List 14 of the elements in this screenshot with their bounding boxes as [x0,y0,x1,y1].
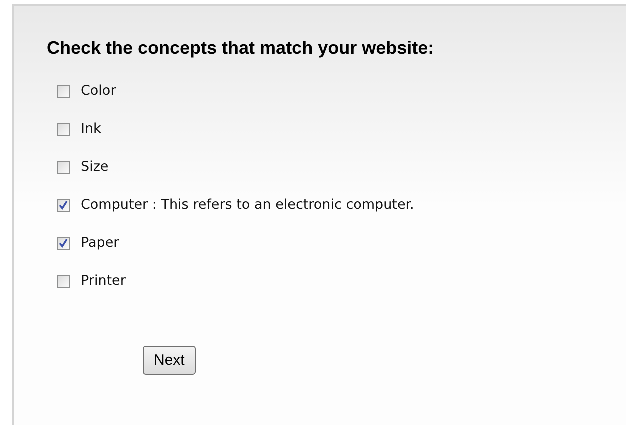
checkbox-label: Printer [81,273,126,289]
checkbox-label: Ink [81,121,102,137]
checkbox[interactable] [57,274,70,288]
next-button[interactable]: Next [143,346,196,375]
checkbox[interactable] [57,84,70,98]
checkbox-label: Size [81,159,109,175]
checkbox[interactable] [57,160,70,174]
checkbox[interactable] [57,236,70,250]
checkbox-label: Color [81,83,116,99]
form-title: Check the concepts that match your website: [47,38,436,59]
checkbox[interactable] [57,122,70,136]
checkbox-label: Paper [81,235,120,251]
checkbox[interactable] [57,198,70,212]
checkbox-label: Computer : This refers to an electronic computer. [81,197,414,213]
